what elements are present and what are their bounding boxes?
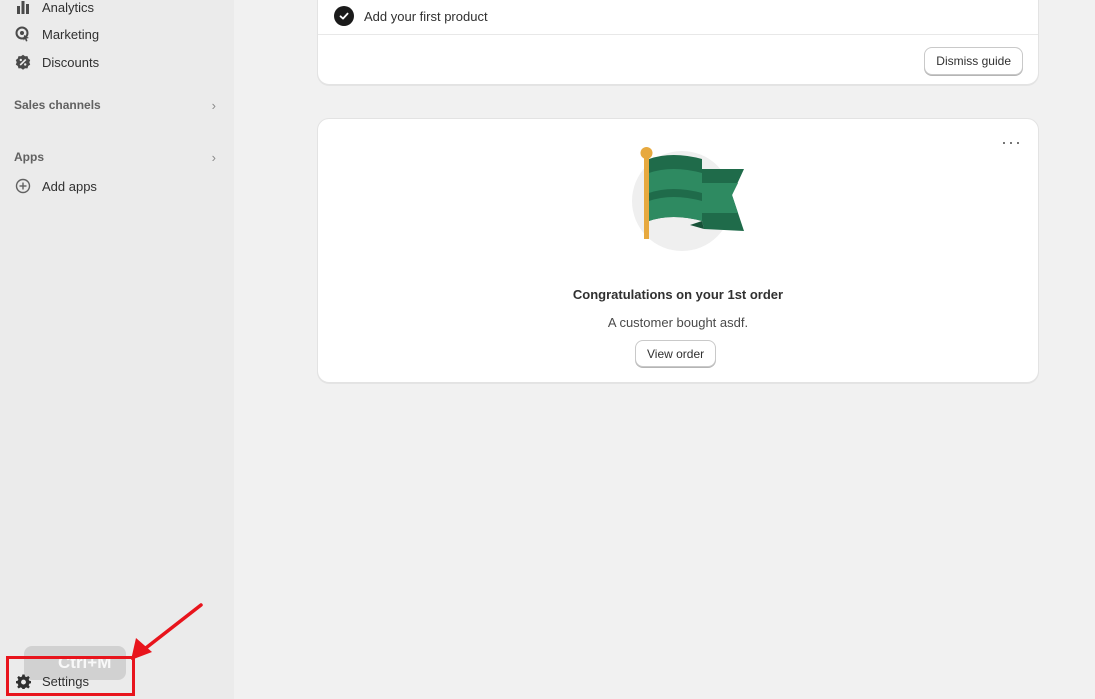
sidebar: Analytics Marketing Discounts Sales chan… xyxy=(0,0,234,699)
chevron-right-icon: › xyxy=(211,97,216,113)
checkmark-icon xyxy=(334,6,354,26)
plus-circle-icon xyxy=(14,177,32,195)
order-card-title: Congratulations on your 1st order xyxy=(572,287,784,302)
guide-task-label: Add your first product xyxy=(364,8,488,24)
annotation-highlight-box xyxy=(6,656,135,696)
first-order-card: ··· Congratulations on your 1st order A … xyxy=(317,118,1039,383)
sidebar-item-label: Discounts xyxy=(42,54,100,70)
sidebar-item-label: Marketing xyxy=(42,26,100,42)
order-card-subtitle: A customer bought asdf. xyxy=(607,315,749,330)
section-label: Sales channels xyxy=(14,98,101,112)
discount-icon xyxy=(14,53,32,71)
view-order-button[interactable]: View order xyxy=(635,340,717,367)
target-icon xyxy=(14,25,32,43)
sidebar-item-label: Analytics xyxy=(42,0,95,15)
sidebar-item-analytics[interactable]: Analytics xyxy=(14,0,94,19)
more-options-icon[interactable]: ··· xyxy=(1001,133,1022,151)
flag-illustration-icon xyxy=(632,147,744,251)
sales-channels-header[interactable]: Sales channels › xyxy=(14,95,216,115)
chevron-right-icon: › xyxy=(211,149,216,165)
sidebar-item-discounts[interactable]: Discounts xyxy=(14,50,99,74)
bar-chart-icon xyxy=(14,0,32,16)
sidebar-item-label: Add apps xyxy=(42,178,97,194)
add-apps-button[interactable]: Add apps xyxy=(14,174,97,198)
apps-header[interactable]: Apps › xyxy=(14,147,216,167)
setup-guide-card: Add your first product Dismiss guide xyxy=(317,0,1039,85)
sidebar-item-marketing[interactable]: Marketing xyxy=(14,22,99,46)
section-label: Apps xyxy=(14,150,44,164)
guide-task-row[interactable]: Add your first product xyxy=(334,6,488,26)
dismiss-guide-button[interactable]: Dismiss guide xyxy=(924,47,1023,75)
divider xyxy=(318,34,1038,35)
